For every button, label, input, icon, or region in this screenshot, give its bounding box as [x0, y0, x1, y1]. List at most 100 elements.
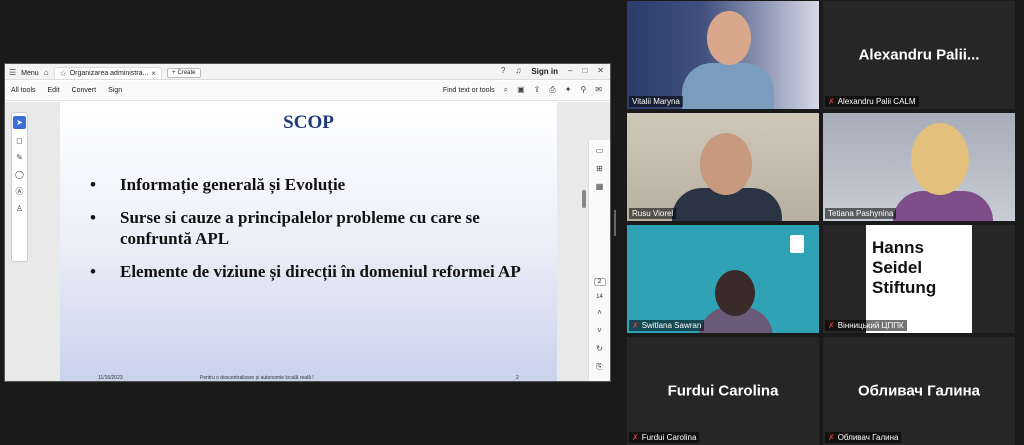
logo-icon	[790, 235, 804, 253]
bullet-item: Surse si cauze a principalelor probleme …	[90, 207, 530, 249]
participant-display-name: Alexandru Palii...	[858, 46, 980, 64]
person-figure	[715, 270, 755, 316]
search-icon[interactable]: ⌕	[504, 85, 508, 95]
page-down-icon[interactable]: ˅	[597, 326, 602, 336]
page-up-icon[interactable]: ˄	[597, 308, 602, 318]
person-figure	[700, 133, 752, 195]
comment-icon[interactable]: ◻	[16, 136, 23, 146]
footer-page-number: 2	[516, 375, 519, 381]
create-label: Create	[177, 70, 196, 76]
upload-icon[interactable]: ⇪	[534, 85, 541, 95]
reader-toolbar: All tools Edit Convert Sign Find text or…	[5, 81, 610, 101]
star-icon: ☆	[59, 68, 67, 78]
participant-name: Furdui Carolina	[641, 433, 697, 442]
document-area: ➤ ◻ ✎ ◯ Ⓐ ♙ SCOP Informație generală și …	[5, 102, 610, 381]
sign-button[interactable]: Sign	[108, 87, 122, 94]
person-figure	[707, 11, 751, 65]
participant-display-name: Обливач Галина	[858, 382, 980, 400]
help-icon[interactable]: ?	[501, 66, 505, 76]
bookmark-icon[interactable]: ⊞	[596, 164, 603, 174]
participant-name: Tetiana Pashynina	[828, 209, 894, 218]
name-tag: ✗ Furdui Carolina	[629, 432, 700, 443]
sign-in-button[interactable]: Sign in	[531, 67, 558, 76]
participant-tile[interactable]: Hanns Seidel Stiftung ✗ Вінницький ЦППК	[823, 225, 1015, 333]
save-icon[interactable]: ▣	[517, 85, 525, 95]
splitter-handle[interactable]	[614, 210, 616, 236]
mic-off-icon: ✗	[828, 433, 835, 442]
name-tag: ✗ Обливач Галина	[825, 432, 902, 443]
tab-title: Organizarea administra...	[69, 70, 149, 77]
participant-tile[interactable]: ✗ Switlana Sawran	[627, 225, 819, 333]
stamp-icon[interactable]: ♙	[16, 204, 23, 214]
name-tag: Vitalii Maryna	[629, 96, 683, 107]
slide-title: SCOP	[283, 112, 334, 133]
mic-off-icon: ✗	[632, 321, 639, 330]
tools-panel: ➤ ◻ ✎ ◯ Ⓐ ♙	[11, 112, 28, 262]
mic-off-icon: ✗	[828, 97, 835, 106]
participant-tile[interactable]: Furdui Carolina ✗ Furdui Carolina	[627, 337, 819, 445]
mic-off-icon: ✗	[828, 321, 835, 330]
participant-name: Alexandru Palii CALM	[837, 97, 916, 106]
find-text-button[interactable]: Find text or tools	[443, 87, 495, 94]
menu-label[interactable]: Menu	[21, 70, 39, 77]
pdf-slide: SCOP Informație generală și Evoluție Sur…	[60, 102, 557, 381]
print-icon[interactable]: ⎙	[549, 85, 555, 95]
close-tab-icon[interactable]: ×	[151, 69, 156, 79]
participant-name: Vitalii Maryna	[632, 97, 680, 106]
name-tag: Rusu Viorel	[629, 208, 677, 219]
page-number-input[interactable]: 2	[593, 278, 606, 286]
bell-icon[interactable]: ♫	[515, 66, 521, 76]
menu-icon[interactable]: ☰	[9, 68, 16, 78]
participant-tile[interactable]: Обливач Галина ✗ Обливач Галина	[823, 337, 1015, 445]
meeting-window: ☰ Menu ⌂ ☆ Organizarea administra... × +…	[0, 0, 1024, 445]
person-figure	[682, 63, 774, 109]
fit-page-icon[interactable]: ⎘	[596, 362, 602, 372]
zoom-in-icon[interactable]: ⊕	[596, 380, 603, 381]
person-figure	[911, 123, 969, 195]
shared-screen: ☰ Menu ⌂ ☆ Organizarea administra... × +…	[4, 63, 611, 382]
bullet-list: Informație generală și Evoluție Surse si…	[90, 174, 530, 294]
name-tag: ✗ Alexandru Palii CALM	[825, 96, 919, 107]
person-figure	[893, 191, 993, 221]
thumbnails-icon[interactable]: ▦	[596, 182, 604, 192]
plus-icon: +	[171, 70, 176, 76]
close-window-icon[interactable]: ✕	[597, 66, 604, 76]
convert-button[interactable]: Convert	[72, 87, 97, 94]
maximize-icon[interactable]: □	[582, 66, 587, 76]
ai-icon[interactable]: ✦	[565, 85, 572, 95]
participant-name: Switlana Sawran	[641, 321, 702, 330]
participant-tile-active[interactable]: Rusu Viorel	[627, 113, 819, 221]
text-select-icon[interactable]: Ⓐ	[16, 187, 24, 197]
vertical-scrollbar[interactable]	[582, 190, 586, 208]
rotate-icon[interactable]: ↻	[596, 344, 603, 354]
participant-tile[interactable]: Tetiana Pashynina	[823, 113, 1015, 221]
create-button[interactable]: + Create	[166, 68, 201, 78]
page-total: 14	[596, 294, 603, 300]
browser-tab[interactable]: ☆ Organizarea administra... ×	[53, 67, 162, 79]
link-icon[interactable]: ⚲	[580, 85, 586, 95]
edit-button[interactable]: Edit	[48, 87, 60, 94]
right-rail: ▭ ⊞ ▦ 2 14 ˄ ˅ ↻ ⎘ ⊕ ⊖	[588, 140, 610, 381]
bullet-item: Informație generală și Evoluție	[90, 174, 530, 195]
participant-display-name: Furdui Carolina	[667, 382, 779, 400]
minimize-icon[interactable]: –	[568, 66, 572, 76]
all-tools-button[interactable]: All tools	[11, 87, 36, 94]
mail-icon[interactable]: ✉	[595, 85, 602, 95]
home-icon[interactable]: ⌂	[44, 68, 49, 78]
mic-off-icon: ✗	[632, 433, 639, 442]
bullet-item: Elemente de viziune și direcții în domen…	[90, 261, 530, 282]
name-tag: ✗ Вінницький ЦППК	[825, 320, 907, 331]
select-tool-icon[interactable]: ➤	[13, 116, 26, 129]
name-tag: Tetiana Pashynina	[825, 208, 897, 219]
browser-titlebar: ☰ Menu ⌂ ☆ Organizarea administra... × +…	[5, 64, 610, 80]
participant-name: Обливач Галина	[837, 433, 899, 442]
footer-date: 11/16/2023	[98, 375, 123, 381]
participant-name: Rusu Viorel	[632, 209, 674, 218]
participant-tile[interactable]: Alexandru Palii... ✗ Alexandru Palii CAL…	[823, 1, 1015, 109]
participant-tile[interactable]: Vitalii Maryna	[627, 1, 819, 109]
comments-panel-icon[interactable]: ▭	[596, 146, 604, 156]
pen-icon[interactable]: ✎	[16, 153, 23, 163]
name-tag: ✗ Switlana Sawran	[629, 320, 705, 331]
lasso-icon[interactable]: ◯	[15, 170, 24, 180]
participant-name: Вінницький ЦППК	[837, 321, 904, 330]
